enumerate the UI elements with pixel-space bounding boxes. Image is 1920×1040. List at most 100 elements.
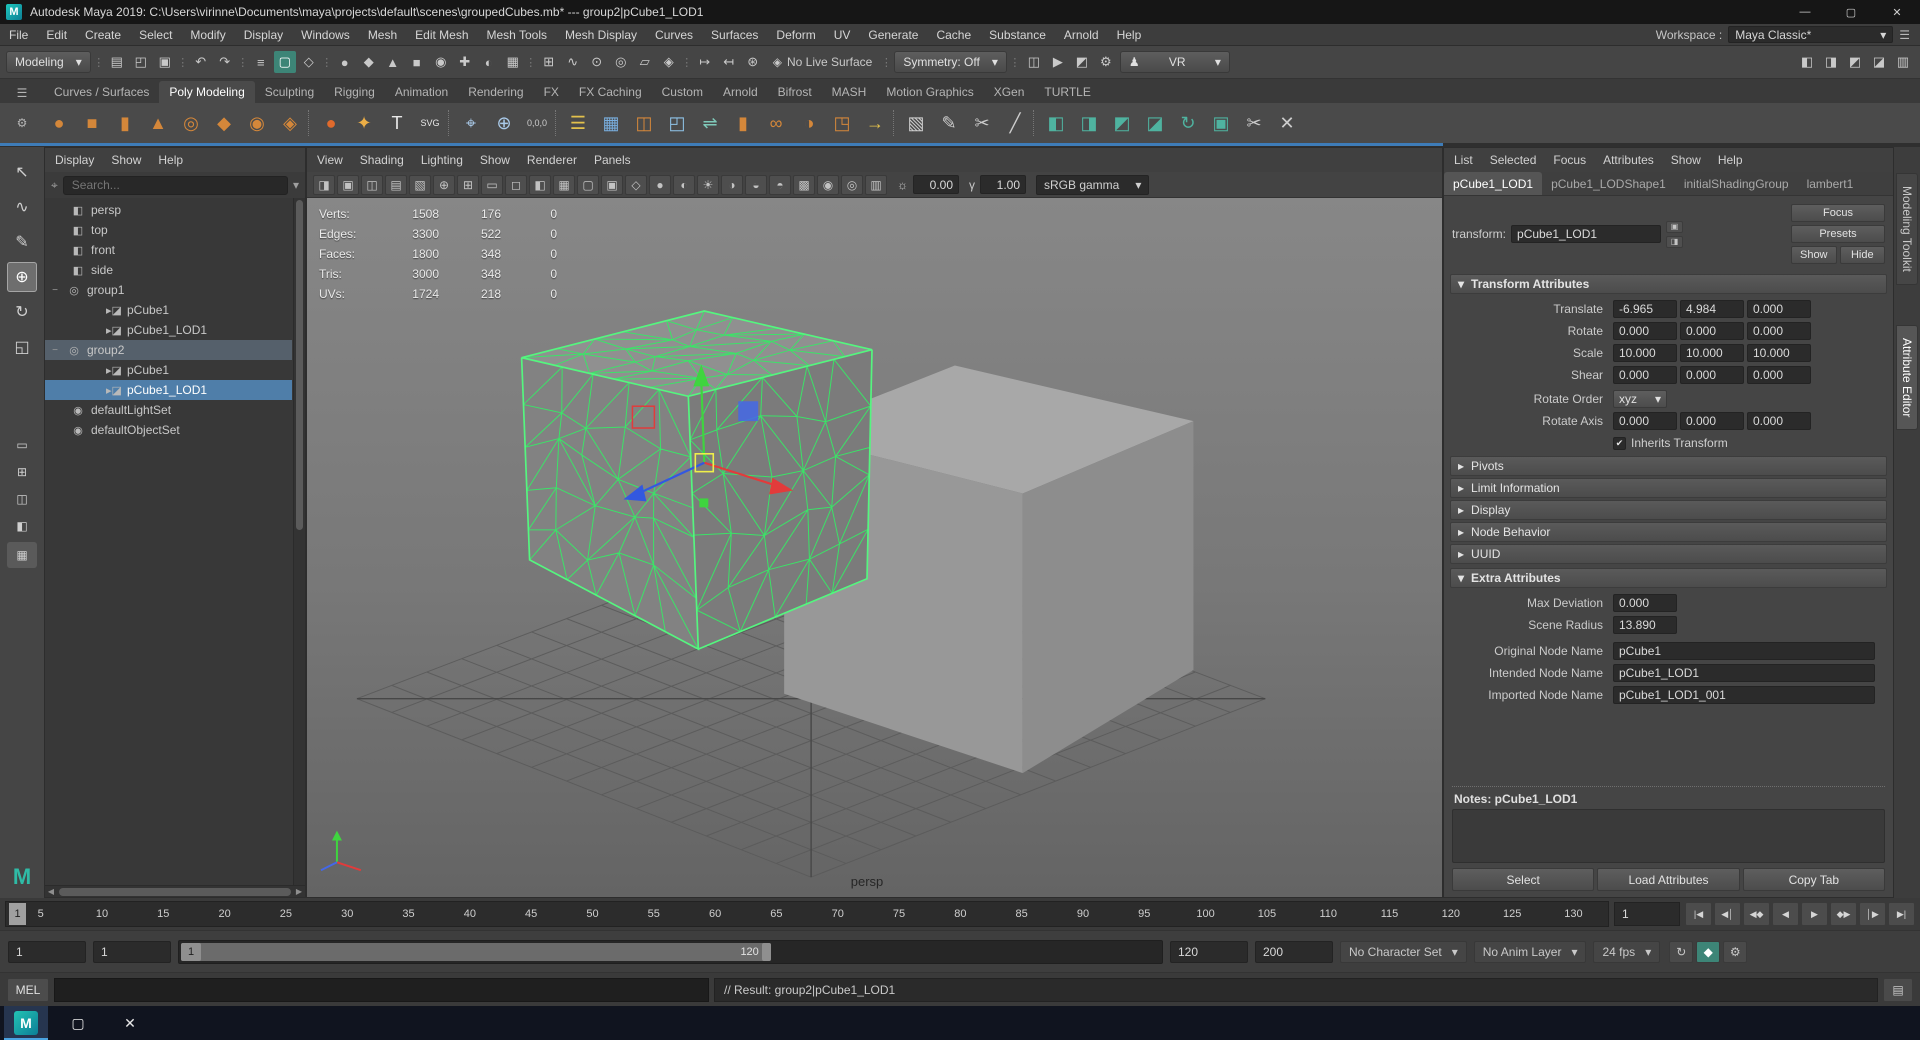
transform-name-field[interactable]: pCube1_LOD1 (1511, 225, 1661, 243)
type-tool-icon[interactable]: T (382, 108, 412, 138)
viewport-menu-item[interactable]: View (317, 153, 343, 167)
copy-tab-button[interactable]: Copy Tab (1743, 868, 1885, 891)
anim-layer-selector[interactable]: No Anim Layer ▾ (1474, 941, 1587, 963)
value-y-field[interactable]: 0.000 (1680, 412, 1744, 430)
attribute-editor-menu-item[interactable]: Focus (1553, 153, 1586, 167)
remesh-icon[interactable]: ▦ (596, 108, 626, 138)
step-back-key-button[interactable]: ◀◆ (1743, 902, 1770, 926)
wireframe-mode-icon[interactable]: ◇ (625, 175, 647, 195)
resolution-gate-icon[interactable]: ◻ (505, 175, 527, 195)
value-y-field[interactable]: 4.984 (1680, 300, 1744, 318)
combine-icon[interactable]: ☰ (563, 108, 593, 138)
toggle-modeling-toolkit-icon[interactable]: ◧ (1796, 51, 1818, 73)
xray-mode-icon[interactable]: ▥ (865, 175, 887, 195)
notes-textarea[interactable] (1452, 809, 1885, 863)
view-transform-selector[interactable]: sRGB gamma ▾ (1036, 175, 1149, 195)
value-x-field[interactable]: 0.000 (1613, 366, 1677, 384)
snap-to-grid-icon[interactable]: ⊞ (538, 51, 560, 73)
mask-joints-icon[interactable]: ◉ (430, 51, 452, 73)
load-attributes-button[interactable]: Load Attributes (1597, 868, 1739, 891)
shelf-tab[interactable]: FX (534, 81, 569, 103)
value-field[interactable]: pCube1 (1613, 642, 1875, 660)
shelf-tab[interactable]: Motion Graphics (876, 81, 983, 103)
go-to-end-button[interactable]: ▶| (1888, 902, 1915, 926)
output-connections-icon[interactable]: ↤ (718, 51, 740, 73)
cut-geometry-icon[interactable]: ✂ (1239, 108, 1269, 138)
value-x-field[interactable]: -6.965 (1613, 300, 1677, 318)
snap-to-view-plane-icon[interactable]: ▱ (634, 51, 656, 73)
menu-set-selector[interactable]: Modeling ▾ (6, 51, 91, 73)
shelf-tab[interactable]: XGen (984, 81, 1035, 103)
mel-command-input[interactable] (54, 978, 709, 1002)
scrollbar-thumb[interactable] (59, 888, 291, 896)
select-component-type-icon[interactable]: ◇ (298, 51, 320, 73)
use-all-lights-icon[interactable]: ☀ (697, 175, 719, 195)
open-scene-icon[interactable]: ◰ (130, 51, 152, 73)
outliner-item[interactable]: ▸◪ pCube1_LOD1 (45, 380, 292, 400)
menu-item[interactable]: Substance (980, 24, 1055, 45)
range-track[interactable]: 1 120 (178, 940, 1163, 964)
current-frame-marker[interactable]: 1 (9, 903, 26, 925)
value-z-field[interactable]: 0.000 (1747, 412, 1811, 430)
outliner-menu-item[interactable]: Display (55, 153, 94, 167)
attribute-editor-menu-item[interactable]: Show (1671, 153, 1701, 167)
poly-disc-icon[interactable]: ◉ (242, 108, 272, 138)
mask-deformers-icon[interactable]: ◐ (478, 51, 500, 73)
menu-item[interactable]: Generate (859, 24, 927, 45)
value-field[interactable]: 0.000 (1613, 594, 1677, 612)
multi-cut-icon[interactable]: ✂ (967, 108, 997, 138)
shelf-tab[interactable]: MASH (822, 81, 877, 103)
shelf-tab[interactable]: Curves / Surfaces (44, 81, 159, 103)
menu-item[interactable]: Mesh (359, 24, 406, 45)
gamma-field[interactable]: 1.00 (980, 175, 1026, 194)
marquee-select-icon[interactable]: ▧ (901, 108, 931, 138)
outliner-horizontal-scrollbar[interactable]: ◀ ▶ (45, 885, 305, 897)
smooth-shade-icon[interactable]: ● (649, 175, 671, 195)
menu-item[interactable]: Create (76, 24, 130, 45)
value-z-field[interactable]: 0.000 (1747, 322, 1811, 340)
grid-toggle-icon[interactable]: ⊞ (457, 175, 479, 195)
ae-pin-icon[interactable]: ▣ (1666, 221, 1683, 233)
toggle-channel-box-icon[interactable]: ◪ (1868, 51, 1890, 73)
motion-blur-icon[interactable]: ◓ (769, 175, 791, 195)
redo-icon[interactable]: ↷ (214, 51, 236, 73)
node-tab[interactable]: initialShadingGroup (1675, 172, 1798, 195)
new-scene-icon[interactable]: ▤ (106, 51, 128, 73)
curve-warp-icon[interactable]: ∞ (761, 108, 791, 138)
outliner-menu-item[interactable]: Help (158, 153, 183, 167)
mask-curves-icon[interactable]: ◆ (358, 51, 380, 73)
character-set-selector[interactable]: No Character Set ▾ (1340, 941, 1467, 963)
expand-toggle-icon[interactable]: − (47, 345, 63, 356)
make-live-icon[interactable]: ◈ (658, 51, 680, 73)
sphere-primitive-icon[interactable]: ● (316, 108, 346, 138)
mask-handles-icon[interactable]: ✚ (454, 51, 476, 73)
reduce-icon[interactable]: ▣ (1206, 108, 1236, 138)
node-tab[interactable]: lambert1 (1798, 172, 1863, 195)
workspace-options-icon[interactable]: ☰ (1899, 28, 1910, 42)
retopologize-icon[interactable]: ↻ (1173, 108, 1203, 138)
delete-edge-icon[interactable]: ✕ (1272, 108, 1302, 138)
side-tab-modeling-toolkit[interactable]: Modeling Toolkit (1896, 173, 1918, 285)
maximize-button[interactable]: ▢ (1828, 0, 1874, 24)
step-forward-frame-button[interactable]: │▶ (1859, 902, 1886, 926)
attribute-editor-menu-item[interactable]: Selected (1490, 153, 1537, 167)
safe-title-icon[interactable]: ▣ (601, 175, 623, 195)
menu-item[interactable]: Curves (646, 24, 702, 45)
chevron-down-icon[interactable]: ▾ (293, 178, 299, 192)
select-button[interactable]: Select (1452, 868, 1594, 891)
super-shape-icon[interactable]: ✦ (349, 108, 379, 138)
outliner-item[interactable]: ◉ defaultLightSet (45, 400, 292, 420)
taskbar-app-window-icon[interactable]: ▢ (56, 1006, 100, 1040)
playback-start-field[interactable]: 1 (93, 941, 171, 963)
shelf-options-gear-icon[interactable]: ⚙ (0, 116, 44, 130)
make-live-shelf-icon[interactable]: ⌖ (456, 108, 486, 138)
outliner-item[interactable]: ◧ front (45, 240, 292, 260)
mask-surfaces-icon[interactable]: ▲ (382, 51, 404, 73)
rotate-order-selector[interactable]: xyz ▾ (1613, 390, 1667, 408)
toggle-tool-settings-icon[interactable]: ◩ (1844, 51, 1866, 73)
mask-points-icon[interactable]: ● (334, 51, 356, 73)
move-tool-icon[interactable]: ⊕ (7, 262, 37, 292)
split-pane-layout-icon[interactable]: ◫ (9, 488, 35, 510)
gamma-icon[interactable]: γ (969, 178, 975, 192)
menu-item[interactable]: Help (1108, 24, 1151, 45)
